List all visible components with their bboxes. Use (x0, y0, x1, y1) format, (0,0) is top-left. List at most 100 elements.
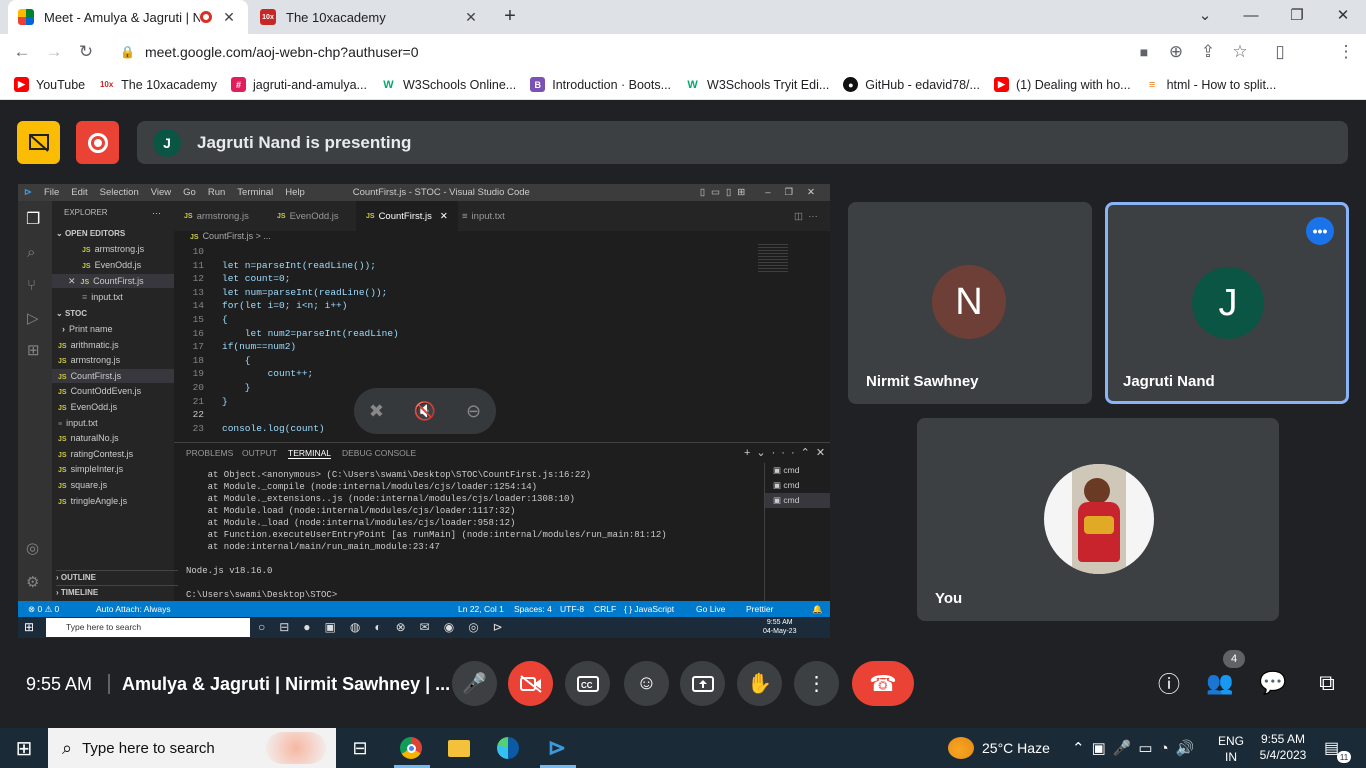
menu-selection[interactable]: Selection (100, 187, 139, 198)
search-icon[interactable]: ⌕ (27, 244, 35, 261)
bookmark-w3schools-tryit[interactable]: W W3Schools Tryit Edi... (685, 77, 829, 92)
clock[interactable]: 9:55 AM 5/4/2023 (1258, 731, 1308, 763)
folder-header[interactable]: ⌄ STOC (56, 307, 87, 321)
file-item[interactable]: › Print name (62, 322, 113, 336)
panel-actions-icon[interactable]: +⌄···⌃✕ (744, 446, 830, 459)
account-icon[interactable]: ◎ (26, 539, 39, 557)
terminal-item[interactable]: ▣ cmd (765, 463, 830, 478)
code-line[interactable]: for(let i=0; i<n; i++) (222, 300, 347, 311)
more-actions-icon[interactable]: ··· (152, 206, 161, 220)
windows-start-icon[interactable]: ⊞ (9, 733, 39, 763)
participant-tile-nirmit[interactable]: N Nirmit Sawhney (848, 202, 1092, 404)
code-editor[interactable]: 10 11 let n=parseInt(readLine()); 12 let cou… (174, 246, 824, 438)
file-item[interactable]: JS armstrong.js (58, 353, 120, 367)
panel-tab-terminal[interactable]: TERMINAL (288, 448, 331, 459)
open-editors-header[interactable]: ⌄ OPEN EDITORS (56, 227, 125, 241)
file-item[interactable]: JS arithmatic.js (58, 338, 119, 352)
leave-call-button[interactable]: ☎ (852, 661, 914, 706)
close-tab-icon[interactable]: ✕ (462, 9, 480, 26)
participant-tile-jagruti[interactable]: J ••• Jagruti Nand (1105, 202, 1349, 404)
explorer-icon[interactable]: ❐ (26, 209, 40, 229)
split-editor-icon[interactable]: ◫ ··· (784, 201, 828, 231)
file-item[interactable]: JS ratingContest.js (58, 447, 133, 461)
menu-terminal[interactable]: Terminal (237, 187, 273, 198)
minimap[interactable] (758, 244, 788, 274)
tab-meet[interactable]: Meet - Amulya & Jagruti | Ni ✕ (8, 0, 248, 34)
status-go-live[interactable]: Go Live (696, 604, 725, 614)
file-item[interactable]: JS CountOddEven.js (58, 384, 141, 398)
file-item[interactable]: JS simpleInter.js (58, 462, 123, 476)
open-editor-item[interactable]: JS armstrong.js (82, 242, 144, 256)
menu-edit[interactable]: Edit (71, 187, 87, 198)
extensions-icon[interactable]: ⊞ (27, 341, 40, 359)
file-item[interactable]: ≡ input.txt (58, 416, 98, 430)
code-line[interactable]: { (222, 314, 228, 325)
language-indicator[interactable]: ENG IN (1218, 733, 1244, 765)
terminal-item-active[interactable]: ▣ cmd (765, 493, 830, 508)
camera-off-button[interactable] (508, 661, 553, 706)
panel-tab-output[interactable]: OUTPUT (242, 448, 277, 458)
file-item[interactable]: JS naturalNo.js (58, 431, 119, 445)
file-item[interactable]: JS tringleAngle.js (58, 494, 127, 508)
code-line[interactable]: } (222, 396, 228, 407)
status-auto-attach[interactable]: Auto Attach: Always (96, 604, 171, 614)
breadcrumb[interactable]: JS CountFirst.js > ... (190, 231, 271, 241)
editor-tab[interactable]: ≡ input.txt (452, 201, 515, 231)
address-bar[interactable]: 🔒 meet.google.com/aoj-webn-chp?authuser=… (110, 38, 1260, 66)
file-item[interactable]: JS square.js (58, 478, 107, 492)
chrome-taskbar-icon[interactable] (396, 733, 426, 763)
code-line[interactable]: let n=parseInt(readLine()); (222, 260, 376, 271)
system-tray-icons[interactable]: ⌃▣🎤▭◔🔊 (1072, 739, 1201, 757)
present-now-button[interactable] (680, 661, 725, 706)
editor-tab-active[interactable]: JS CountFirst.js ✕ (356, 201, 458, 231)
code-line[interactable]: count++; (222, 368, 314, 379)
status-prettier[interactable]: Prettier (746, 604, 773, 614)
terminal-item[interactable]: ▣ cmd (765, 478, 830, 493)
stop-presenting-button[interactable] (17, 121, 60, 164)
bookmark-w3schools[interactable]: W W3Schools Online... (380, 77, 516, 92)
source-control-icon[interactable]: ⑂ (27, 277, 36, 294)
status-eol[interactable]: CRLF (594, 604, 616, 614)
code-line[interactable]: } (222, 382, 251, 393)
bookmark-dealing[interactable]: ▶ (1) Dealing with ho... (993, 77, 1131, 92)
editor-tab[interactable]: JS armstrong.js (174, 201, 259, 231)
open-editor-item-active[interactable]: ✕ JS CountFirst.js (52, 274, 174, 288)
run-debug-icon[interactable]: ▷ (27, 309, 39, 327)
chrome-menu-icon[interactable]: ⋮ (1332, 38, 1360, 66)
participant-tile-you[interactable]: You (917, 418, 1279, 621)
bookmark-jagruti[interactable]: # jagruti-and-amulya... (231, 77, 367, 92)
captions-button[interactable]: CC (565, 661, 610, 706)
bookmark-youtube[interactable]: ▶ YouTube (14, 77, 85, 92)
panel-tab-debug[interactable]: DEBUG CONSOLE (342, 448, 416, 458)
camera-blocked-icon[interactable]: ■ (1130, 38, 1158, 66)
raise-hand-button[interactable]: ✋ (737, 661, 782, 706)
window-controls-icon[interactable]: –❐✕ (765, 187, 829, 198)
more-options-button[interactable]: ⋮ (794, 661, 839, 706)
emoji-reaction-button[interactable]: ☺ (624, 661, 669, 706)
tab-search-chevron-icon[interactable]: ⌄ (1182, 0, 1228, 30)
close-window-icon[interactable]: ✕ (1320, 0, 1366, 30)
layout-controls-icon[interactable]: ▯▭▯⊞ (700, 187, 751, 198)
back-icon[interactable]: ← (8, 38, 36, 66)
tab-10xacademy[interactable]: 10x The 10xacademy ✕ (250, 0, 490, 34)
zoom-icon[interactable]: ⊕ (1162, 38, 1190, 66)
status-language[interactable]: { } JavaScript (624, 604, 674, 614)
open-editor-item[interactable]: JS EvenOdd.js (82, 258, 141, 272)
bookmark-star-icon[interactable]: ☆ (1226, 38, 1254, 66)
bookmark-html-split[interactable]: ≡ html - How to split... (1144, 77, 1276, 92)
recording-button[interactable] (76, 121, 119, 164)
code-line[interactable]: let count=0; (222, 273, 290, 284)
menu-help[interactable]: Help (285, 187, 305, 198)
reload-icon[interactable]: ↻ (72, 38, 100, 66)
microphone-button[interactable]: 🎤 (452, 661, 497, 706)
editor-tab[interactable]: JS EvenOdd.js (267, 201, 349, 231)
edge-taskbar-icon[interactable] (493, 733, 523, 763)
new-tab-icon[interactable]: + (498, 5, 522, 29)
chat-icon[interactable]: 💬 (1259, 670, 1286, 696)
code-line[interactable]: { (222, 355, 251, 366)
people-icon[interactable]: 👥 (1206, 670, 1233, 696)
vscode-taskbar-icon[interactable]: ⊳ (542, 733, 572, 763)
notification-bell-icon[interactable]: 🔔 (812, 604, 823, 615)
share-icon[interactable]: ⇪ (1194, 38, 1222, 66)
code-line[interactable]: let num2=parseInt(readLine) (222, 328, 399, 339)
